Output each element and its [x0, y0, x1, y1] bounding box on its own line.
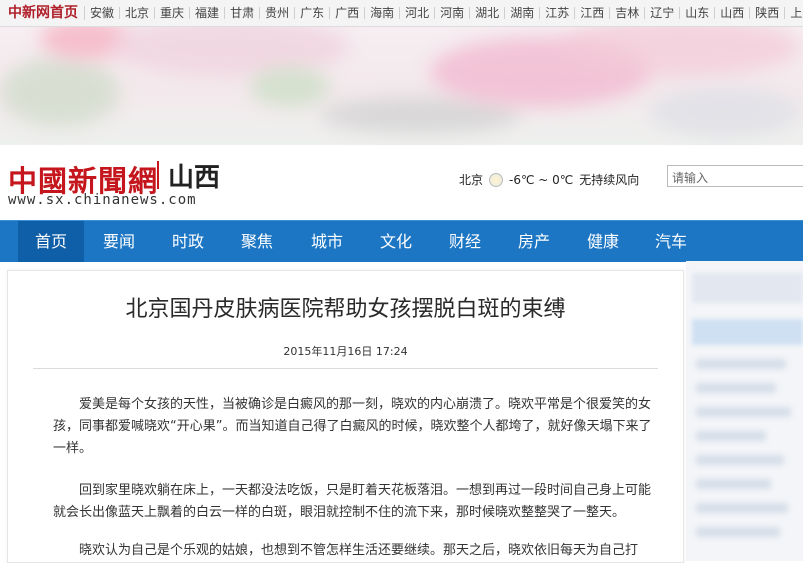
region-link[interactable]: 贵州 [260, 7, 296, 19]
logo-divider [157, 161, 159, 189]
region-link[interactable]: 北京 [120, 7, 156, 19]
sidebar-block [692, 273, 803, 303]
region-link[interactable]: 山东 [680, 7, 716, 19]
weather-wind: 无持续风向 [579, 173, 640, 187]
region-link[interactable]: 河北 [400, 7, 436, 19]
sidebar-text [696, 359, 786, 369]
search-input[interactable]: 请输入 [667, 165, 803, 187]
sidebar-text [696, 383, 776, 393]
region-link[interactable]: 河南 [435, 7, 471, 19]
region-link[interactable]: 海南 [365, 7, 401, 19]
sidebar [686, 261, 803, 561]
region-link[interactable]: 江苏 [540, 7, 576, 19]
region-link[interactable]: 山西 [715, 7, 751, 19]
region-link[interactable]: 陕西 [750, 7, 786, 19]
nav-item-culture[interactable]: 文化 [363, 221, 429, 262]
region-link[interactable]: 安徽 [85, 7, 121, 19]
nav-item-city[interactable]: 城市 [294, 221, 360, 262]
region-link[interactable]: 甘肃 [225, 7, 261, 19]
nav-item-focus[interactable]: 聚焦 [224, 221, 290, 262]
article-paragraph: 晓欢认为自己是个乐观的姑娘，也想到不管怎样生活还要继续。那天之后，晓欢依旧每天为… [79, 543, 639, 558]
weather-temperature: -6℃ ~ 0℃ [509, 172, 574, 187]
sidebar-block [692, 319, 803, 345]
region-link[interactable]: 福建 [190, 7, 226, 19]
region-bar: 中新网首页 安徽 北京 重庆 福建 甘肃 贵州 广东 广西 海南 河北 河南 湖… [0, 0, 803, 27]
region-link[interactable]: 湖南 [505, 7, 541, 19]
weather-city: 北京 [459, 173, 484, 187]
site-header: 中國新聞網 山西 www.sx.chinanews.com 北京 -6℃ ~ 0… [0, 145, 803, 220]
region-link[interactable]: 湖北 [470, 7, 506, 19]
sidebar-text [696, 407, 791, 417]
banner-decoration [110, 27, 350, 77]
sidebar-text [696, 431, 766, 441]
region-link[interactable]: 重庆 [155, 7, 191, 19]
province-label: 山西 [168, 163, 221, 193]
article-title: 北京国丹皮肤病医院帮助女孩摆脱白斑的束缚 [125, 297, 566, 322]
nav-item-health[interactable]: 健康 [570, 221, 636, 262]
sidebar-text [696, 503, 788, 513]
banner-decoration [0, 57, 120, 127]
article-paragraph: 回到家里晓欢躺在床上，一天都没法吃饭，只是盯着天花板落泪。一想到再过一段时间自己… [53, 483, 652, 520]
region-link[interactable]: 上海 [785, 7, 803, 19]
article-date: 2015年11月16日 17:24 [283, 345, 408, 358]
nav-item-auto[interactable]: 汽车 [638, 221, 704, 262]
region-link[interactable]: 广东 [295, 7, 331, 19]
nav-item-finance[interactable]: 财经 [432, 221, 498, 262]
sidebar-text [696, 455, 784, 465]
sidebar-text [696, 479, 771, 489]
weather-widget: 北京 -6℃ ~ 0℃ 无持续风向 [459, 171, 639, 188]
site-url: www.sx.chinanews.com [8, 192, 197, 208]
banner-decoration [650, 87, 800, 137]
region-link[interactable]: 辽宁 [645, 7, 681, 19]
region-link[interactable]: 吉林 [610, 7, 646, 19]
title-divider [33, 368, 658, 369]
article-container: 北京国丹皮肤病医院帮助女孩摆脱白斑的束缚 2015年11月16日 17:24 爱… [7, 270, 684, 563]
nav-item-property[interactable]: 房产 [501, 221, 567, 262]
nav-item-politics[interactable]: 时政 [155, 221, 221, 262]
nav-item-news[interactable]: 要闻 [86, 221, 152, 262]
home-link[interactable]: 中新网首页 [0, 6, 85, 20]
ad-banner[interactable] [0, 27, 803, 145]
region-link[interactable]: 江西 [575, 7, 611, 19]
banner-decoration [250, 67, 330, 107]
article-paragraph: 爱美是每个女孩的天性，当被确诊是白癜风的那一刻，晓欢的内心崩溃了。晓欢平常是个很… [53, 397, 652, 456]
region-link[interactable]: 广西 [330, 7, 366, 19]
sidebar-text [696, 527, 780, 537]
nav-item-home[interactable]: 首页 [18, 221, 84, 262]
weather-cloudy-icon [489, 172, 504, 187]
main-nav: 首页 要闻 时政 聚焦 城市 文化 财经 房产 健康 汽车 [0, 220, 803, 262]
